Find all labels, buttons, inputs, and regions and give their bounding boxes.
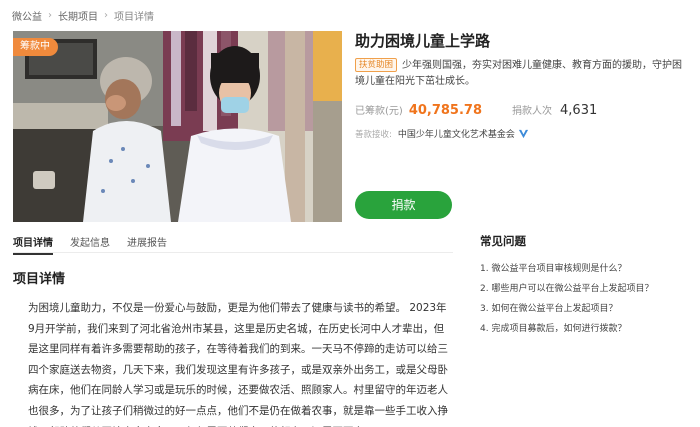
faq-panel: 常见问题 1. 微公益平台项目审核规则是什么？ 2. 哪些用户可以在微公益平台上… — [480, 233, 695, 343]
raised-amount-value: 40,785.78 — [408, 103, 483, 118]
breadcrumb-longterm-link[interactable]: 长期项目 — [58, 8, 98, 23]
breadcrumb: 微公益 › 长期项目 › 项目详情 — [12, 8, 154, 23]
breadcrumb-home-link[interactable]: 微公益 — [12, 8, 42, 23]
breadcrumb-separator-icon: › — [48, 10, 52, 21]
breadcrumb-current: 项目详情 — [114, 12, 154, 23]
raised-amount-label: 已筹款(元) — [355, 106, 403, 117]
faq-link[interactable]: 4. 完成项目募款后，如何进行拨款？ — [480, 323, 695, 335]
donate-button[interactable]: 捐款 — [355, 191, 452, 219]
fundraising-stats: 已筹款(元) 40,785.78 捐款人次 4,631 — [355, 102, 690, 118]
donor-count-value: 4,631 — [560, 103, 598, 118]
tabs-divider — [13, 252, 453, 253]
project-title: 助力困境儿童上学路 — [355, 32, 491, 50]
project-info-panel: 助力困境儿童上学路 扶贫助困 少年强则国强，夯实对困难儿童健康、教育方面的援助，守… — [355, 31, 690, 140]
faq-link[interactable]: 1. 微公益平台项目审核规则是什么？ — [480, 263, 695, 275]
breadcrumb-separator-icon: › — [104, 10, 108, 21]
faq-title: 常见问题 — [480, 234, 526, 248]
project-cover-photo — [13, 31, 342, 222]
faq-link[interactable]: 2. 哪些用户可以在微公益平台上发起项目？ — [480, 283, 695, 295]
faq-link[interactable]: 3. 如何在微公益平台上发起项目？ — [480, 303, 695, 315]
receiver-organization-link[interactable]: 中国少年儿童文化艺术基金会 — [398, 127, 515, 140]
project-description: 扶贫助困 少年强则国强，夯实对困难儿童健康、教育方面的援助，守护困境儿童在阳光下茁… — [355, 58, 690, 90]
fundraising-status-tag: 筹款中 — [13, 38, 58, 56]
fund-receiver: 善款接收: 中国少年儿童文化艺术基金会 — [355, 127, 690, 140]
category-badge: 扶贫助困 — [355, 58, 398, 72]
faq-list: 1. 微公益平台项目审核规则是什么？ 2. 哪些用户可以在微公益平台上发起项目？… — [480, 263, 695, 335]
receiver-label: 善款接收: — [355, 129, 392, 140]
project-story-text: 为困境儿童助力，不仅是一份爱心与鼓励，更是为他们带去了健康与读书的希望。 202… — [28, 302, 448, 427]
verified-badge-icon — [518, 128, 529, 139]
project-description-text: 少年强则国强，夯实对困难儿童健康、教育方面的援助，守护困境儿童在阳光下茁壮成长。 — [355, 60, 683, 87]
details-heading: 项目详情 — [13, 272, 66, 287]
donor-count-label: 捐款人次 — [512, 106, 553, 117]
